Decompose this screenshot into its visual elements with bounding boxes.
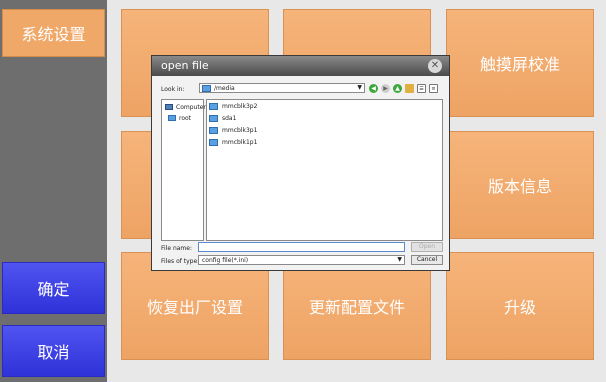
- close-icon[interactable]: ✕: [428, 59, 442, 73]
- files-of-type-label: Files of type:: [161, 258, 200, 265]
- tile-label: 更新配置文件: [308, 298, 405, 317]
- folder-icon: [209, 127, 218, 134]
- folder-icon: [209, 139, 218, 146]
- files-of-type-select[interactable]: config file(*.ini) ▼: [198, 255, 405, 265]
- list-item[interactable]: mmcblk3p1: [209, 126, 257, 135]
- places-sidebar: Computer root: [161, 99, 206, 241]
- forward-icon[interactable]: ▶: [381, 84, 390, 93]
- touch-calibration-tile[interactable]: 触摸屏校准: [446, 9, 594, 117]
- parent-folder-icon[interactable]: ▲: [393, 84, 402, 93]
- open-file-dialog: open file ✕ Look in: /media ▼ ◀ ▶ ▲ ☰ ≡ …: [151, 55, 450, 271]
- dialog-title-bar[interactable]: open file ✕: [152, 56, 449, 76]
- list-view-icon[interactable]: ☰: [417, 84, 426, 93]
- look-in-label: Look in:: [161, 86, 185, 93]
- file-name: mmcblk3p2: [222, 103, 258, 110]
- folder-icon: [202, 85, 211, 92]
- file-name: mmcblk3p1: [222, 127, 258, 134]
- tile-label: 版本信息: [487, 177, 552, 196]
- left-panel: 系统设置 确定 取消: [0, 0, 107, 382]
- look-in-value: /media: [214, 85, 235, 92]
- sidebar-item-label: root: [179, 114, 192, 122]
- chevron-down-icon: ▼: [397, 256, 402, 263]
- file-name: mmcblk1p1: [222, 139, 258, 146]
- file-list: mmcblk3p2 sda1 mmcblk3p1 mmcblk1p1: [206, 99, 443, 241]
- back-icon[interactable]: ◀: [369, 84, 378, 93]
- files-of-type-value: config file(*.ini): [202, 257, 249, 264]
- list-item[interactable]: mmcblk3p2: [209, 102, 257, 111]
- dialog-cancel-button[interactable]: Cancel: [411, 255, 443, 265]
- dialog-title: open file: [161, 59, 209, 72]
- file-name-label: File name:: [161, 245, 192, 252]
- tile-label: 触摸屏校准: [479, 55, 560, 74]
- new-folder-icon[interactable]: [405, 84, 414, 93]
- dialog-toolbar: ◀ ▶ ▲ ☰ ≡: [369, 83, 438, 94]
- tile-label: 恢复出厂设置: [146, 298, 243, 317]
- confirm-button[interactable]: 确定: [2, 262, 105, 314]
- list-item[interactable]: mmcblk1p1: [209, 138, 257, 147]
- screen: 系统设置 确定 取消 触摸屏校准 版本信息 恢复出厂设置 更新配置文件 升级 o…: [0, 0, 606, 382]
- file-name-input[interactable]: [198, 242, 405, 252]
- cancel-button[interactable]: 取消: [2, 325, 105, 377]
- sidebar-item-label: Computer: [176, 103, 206, 111]
- file-name: sda1: [222, 115, 237, 122]
- chevron-down-icon: ▼: [357, 84, 362, 91]
- detail-view-icon[interactable]: ≡: [429, 84, 438, 93]
- version-info-tile[interactable]: 版本信息: [446, 131, 594, 239]
- folder-icon: [168, 115, 176, 121]
- sidebar-item-root[interactable]: root: [168, 114, 191, 122]
- look-in-select[interactable]: /media ▼: [199, 83, 365, 93]
- folder-icon: [209, 103, 218, 110]
- folder-icon: [209, 115, 218, 122]
- list-item[interactable]: sda1: [209, 114, 236, 123]
- open-button[interactable]: Open: [411, 242, 443, 252]
- computer-icon: [165, 104, 173, 110]
- sidebar-item-computer[interactable]: Computer: [165, 103, 206, 111]
- tile-label: 升级: [503, 298, 536, 317]
- upgrade-tile[interactable]: 升级: [446, 252, 594, 360]
- system-settings-button[interactable]: 系统设置: [2, 9, 105, 57]
